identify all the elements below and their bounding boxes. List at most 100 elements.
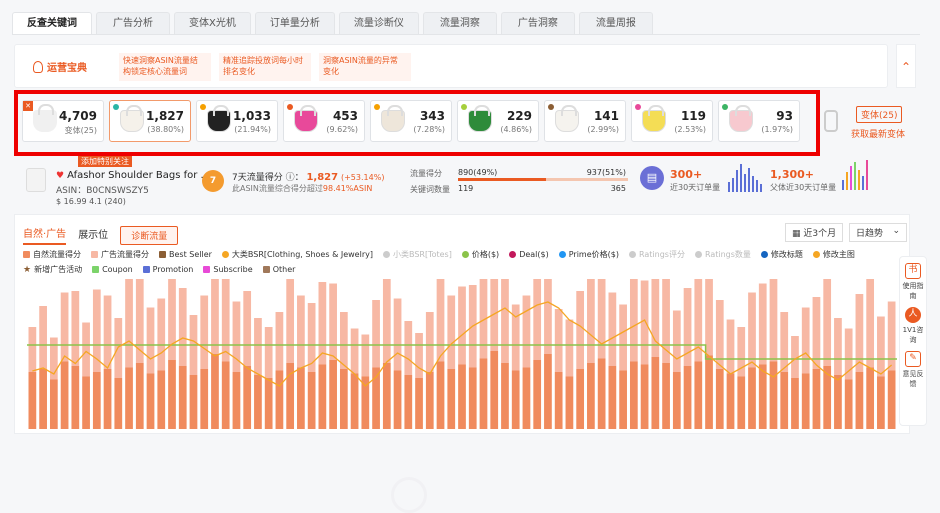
natural-traffic-bar <box>834 375 842 429</box>
variant-card[interactable]: 343 (7.28%) <box>370 100 452 142</box>
natural-traffic-bar <box>468 367 477 429</box>
legend-item[interactable]: Prime价格($) <box>558 249 619 260</box>
ad-traffic-bar <box>28 327 37 372</box>
variant-card[interactable]: 229 (4.86%) <box>457 100 539 142</box>
variant-total[interactable]: ✕ 4,709 变体(25) <box>22 100 104 142</box>
tab-2[interactable]: 广告分析 <box>96 12 170 34</box>
legend-label: Ratings评分 <box>638 250 685 259</box>
ops-tip-3[interactable]: 洞察ASIN流量的异常 变化 <box>319 53 411 81</box>
tab-4[interactable]: 订单量分析 <box>254 12 335 34</box>
natural-traffic-bar <box>318 364 327 429</box>
heart-icon[interactable]: ♥ <box>56 171 64 181</box>
natural-traffic-bar <box>447 369 456 429</box>
variant-card[interactable]: 453 (9.62%) <box>283 100 365 142</box>
side-button-3[interactable]: ✎ 意见反馈 <box>900 351 926 389</box>
tab-1[interactable]: 反查关键词 <box>12 12 92 34</box>
legend-swatch <box>142 266 150 273</box>
legend-item[interactable]: Best Seller <box>159 249 212 260</box>
ad-traffic-bar <box>877 316 885 377</box>
variant-color-dot <box>461 104 467 110</box>
ops-tip-2[interactable]: 精准追踪投放词每小时 排名变化 <box>219 53 311 81</box>
tab-5[interactable]: 流量诊断仪 <box>338 12 419 34</box>
natural-traffic-bar <box>114 378 123 429</box>
ad-traffic-bar <box>748 292 756 368</box>
legend-item[interactable]: Subscribe <box>203 264 253 275</box>
variant-value: 343 <box>419 109 445 123</box>
legend-item[interactable]: 大类BSR[Clothing, Shoes & Jewelry] <box>221 249 373 260</box>
score-desc-text: 此ASIN流量综合得分超过 <box>232 184 323 193</box>
product-thumbnail[interactable] <box>26 168 46 192</box>
keyword-count-value: 119 <box>458 184 474 193</box>
legend-item[interactable]: Coupon <box>92 264 133 275</box>
variant-card[interactable]: 93 (1.97%) <box>718 100 800 142</box>
get-variants-link[interactable]: 获取最新变体 <box>851 127 905 140</box>
variant-card[interactable]: 1,033 (21.94%) <box>196 100 278 142</box>
variant-color-dot <box>287 104 293 110</box>
score-label: 7天流量得分 <box>232 173 283 183</box>
bag-icon <box>294 105 318 132</box>
traffic-chart-panel: 自然·广告 展示位 诊断流量 ▦ 近3个月 日趋势 ⌄ 自然流量得分 广告流量得分… <box>14 214 910 513</box>
natural-traffic-bar <box>307 372 316 429</box>
ops-title-label: 运营宝典 <box>47 63 87 74</box>
legend-swatch <box>812 251 820 258</box>
natural-traffic-bar <box>748 367 756 429</box>
side-button-1[interactable]: 书使用指南 <box>900 263 926 301</box>
variant-value: 229 <box>506 109 532 123</box>
legend-item[interactable]: 小类BSR[Totes] <box>382 249 452 260</box>
product-title-row[interactable]: ♥ Afashor Shoulder Bags for ... <box>56 170 210 181</box>
variant-card[interactable]: 141 (2.99%) <box>544 100 626 142</box>
traffic-chart <box>27 279 897 429</box>
natural-traffic-bar <box>415 378 423 429</box>
natural-traffic-bar <box>544 354 552 429</box>
variant-pct: (9.62%) <box>326 125 358 134</box>
legend-swatch <box>461 251 469 258</box>
legend-label: Other <box>272 265 296 274</box>
tab-7[interactable]: 广告洞察 <box>500 12 575 34</box>
ops-tip-1[interactable]: 快速洞察ASIN流量结 构锁定核心流量词 <box>119 53 211 81</box>
natural-traffic-bar <box>791 378 799 429</box>
diagnose-traffic-button[interactable]: 诊断流量 <box>120 225 179 245</box>
natural-traffic-bar <box>629 361 638 429</box>
tab-natural-ad[interactable]: 自然·广告 <box>23 225 67 245</box>
natural-traffic-bar <box>382 363 391 429</box>
natural-traffic-bar <box>146 373 155 429</box>
legend-label: 自然流量得分 <box>33 250 81 259</box>
follow-button[interactable]: 添加特别关注 <box>78 156 132 167</box>
ad-traffic-bar <box>597 279 606 359</box>
natural-traffic-bar <box>490 351 499 429</box>
tab-6[interactable]: 流量洞察 <box>422 12 497 34</box>
legend-item[interactable]: 广告流量得分 <box>91 249 149 260</box>
trend-select[interactable]: 日趋势 ⌄ <box>849 223 907 242</box>
variant-card[interactable]: 119 (2.53%) <box>631 100 713 142</box>
legend-item[interactable]: 价格($) <box>461 249 499 260</box>
ad-traffic-bar <box>844 328 853 380</box>
side-button-2[interactable]: 人 1V1咨询 <box>900 307 926 345</box>
ad-traffic-bar <box>554 309 563 372</box>
bag-icon <box>729 105 753 132</box>
legend-item[interactable]: 自然流量得分 <box>23 249 81 260</box>
legend-item[interactable]: Promotion <box>142 264 193 275</box>
legend-item[interactable]: 修改标题 <box>760 249 803 260</box>
date-range-select[interactable]: ▦ 近3个月 <box>785 223 844 242</box>
ad-traffic-bar <box>425 312 434 372</box>
variant-value: 119 <box>680 109 706 123</box>
ad-traffic-bar <box>887 301 896 371</box>
legend-item[interactable]: 修改主图 <box>812 249 855 260</box>
legend-item[interactable]: Ratings评分 <box>628 249 685 260</box>
traffic-score-value: 890(49%) <box>458 168 498 177</box>
legend-item[interactable]: Deal($) <box>509 249 549 260</box>
natural-traffic-bar <box>501 363 509 429</box>
legend-label: Deal($) <box>519 250 549 259</box>
variant-count-badge[interactable]: 变体(25) <box>856 106 903 123</box>
variant-card[interactable]: 1,827 (38.80%) <box>109 100 191 142</box>
ad-traffic-bar <box>350 328 359 374</box>
natural-traffic-bar <box>254 375 262 429</box>
legend-label: Prime价格($) <box>568 250 619 259</box>
tab-3[interactable]: 变体X光机 <box>174 12 251 34</box>
legend-item[interactable]: ★ 新增广告活动 <box>23 264 82 275</box>
tab-placement[interactable]: 展示位 <box>78 226 108 244</box>
legend-item[interactable]: Ratings数量 <box>694 249 751 260</box>
collapse-button[interactable]: ⌃ <box>896 44 916 88</box>
legend-item[interactable]: Other <box>262 264 296 275</box>
tab-8[interactable]: 流量周报 <box>578 12 653 34</box>
